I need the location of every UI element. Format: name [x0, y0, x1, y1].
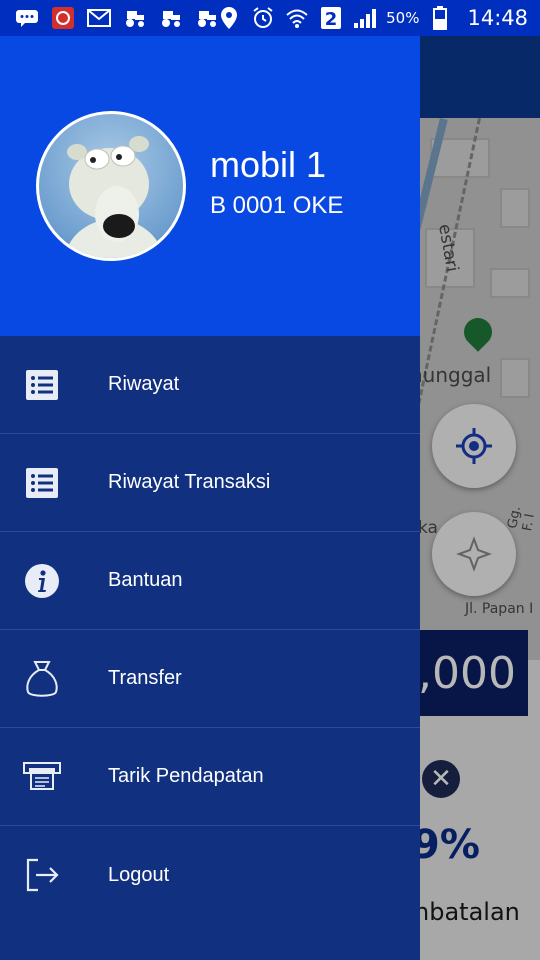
drawer-menu: Riwayat Riwayat Transaksi Bantuan Transf…: [0, 336, 420, 924]
menu-item-riwayat-transaksi[interactable]: Riwayat Transaksi: [0, 434, 420, 532]
drawer-header: mobil 1 B 0001 OKE: [0, 36, 420, 336]
tractor-icon: [122, 7, 148, 29]
status-bar: 2 50% 14:48: [0, 0, 540, 36]
user-name: mobil 1: [210, 144, 327, 185]
menu-item-transfer[interactable]: Transfer: [0, 630, 420, 728]
bear-avatar-icon: [64, 136, 164, 258]
vehicle-plate: B 0001 OKE: [210, 192, 344, 219]
tractor-icon: [158, 7, 184, 29]
info-icon: [22, 562, 62, 600]
chat-icon: [14, 7, 40, 29]
menu-item-label: Tarik Pendapatan: [108, 765, 264, 787]
money-bag-icon: [22, 660, 62, 698]
signal-icon: [352, 7, 378, 29]
avatar[interactable]: [36, 111, 186, 261]
clock: 14:48: [467, 6, 528, 30]
menu-item-label: Riwayat: [108, 373, 180, 395]
menu-item-label: Bantuan: [108, 569, 183, 591]
menu-item-logout[interactable]: Logout: [0, 826, 420, 924]
location-icon: [216, 7, 242, 29]
menu-item-label: Transfer: [108, 667, 182, 689]
mail-icon: [86, 7, 112, 29]
sim-slot-icon: 2: [318, 7, 344, 30]
battery-percent: 50%: [386, 9, 420, 27]
atm-icon: [22, 758, 62, 796]
menu-item-label: Riwayat Transaksi: [108, 471, 271, 493]
app-notification-icon: [50, 7, 76, 29]
navigation-drawer: mobil 1 B 0001 OKE Riwayat Riwayat Trans…: [0, 36, 420, 960]
logout-icon: [22, 856, 62, 894]
list-icon: [22, 366, 62, 404]
system-icons: 2 50% 14:48: [216, 4, 528, 32]
notification-icons: [14, 4, 220, 32]
alarm-icon: [250, 7, 276, 29]
wifi-icon: [284, 7, 310, 29]
menu-item-label: Logout: [108, 863, 170, 886]
list-icon: [22, 464, 62, 502]
menu-item-bantuan[interactable]: Bantuan: [0, 532, 420, 630]
menu-item-riwayat[interactable]: Riwayat: [0, 336, 420, 434]
sim-slot-number: 2: [325, 9, 338, 30]
menu-item-tarik-pendapatan[interactable]: Tarik Pendapatan: [0, 728, 420, 826]
battery-icon: [427, 6, 453, 30]
